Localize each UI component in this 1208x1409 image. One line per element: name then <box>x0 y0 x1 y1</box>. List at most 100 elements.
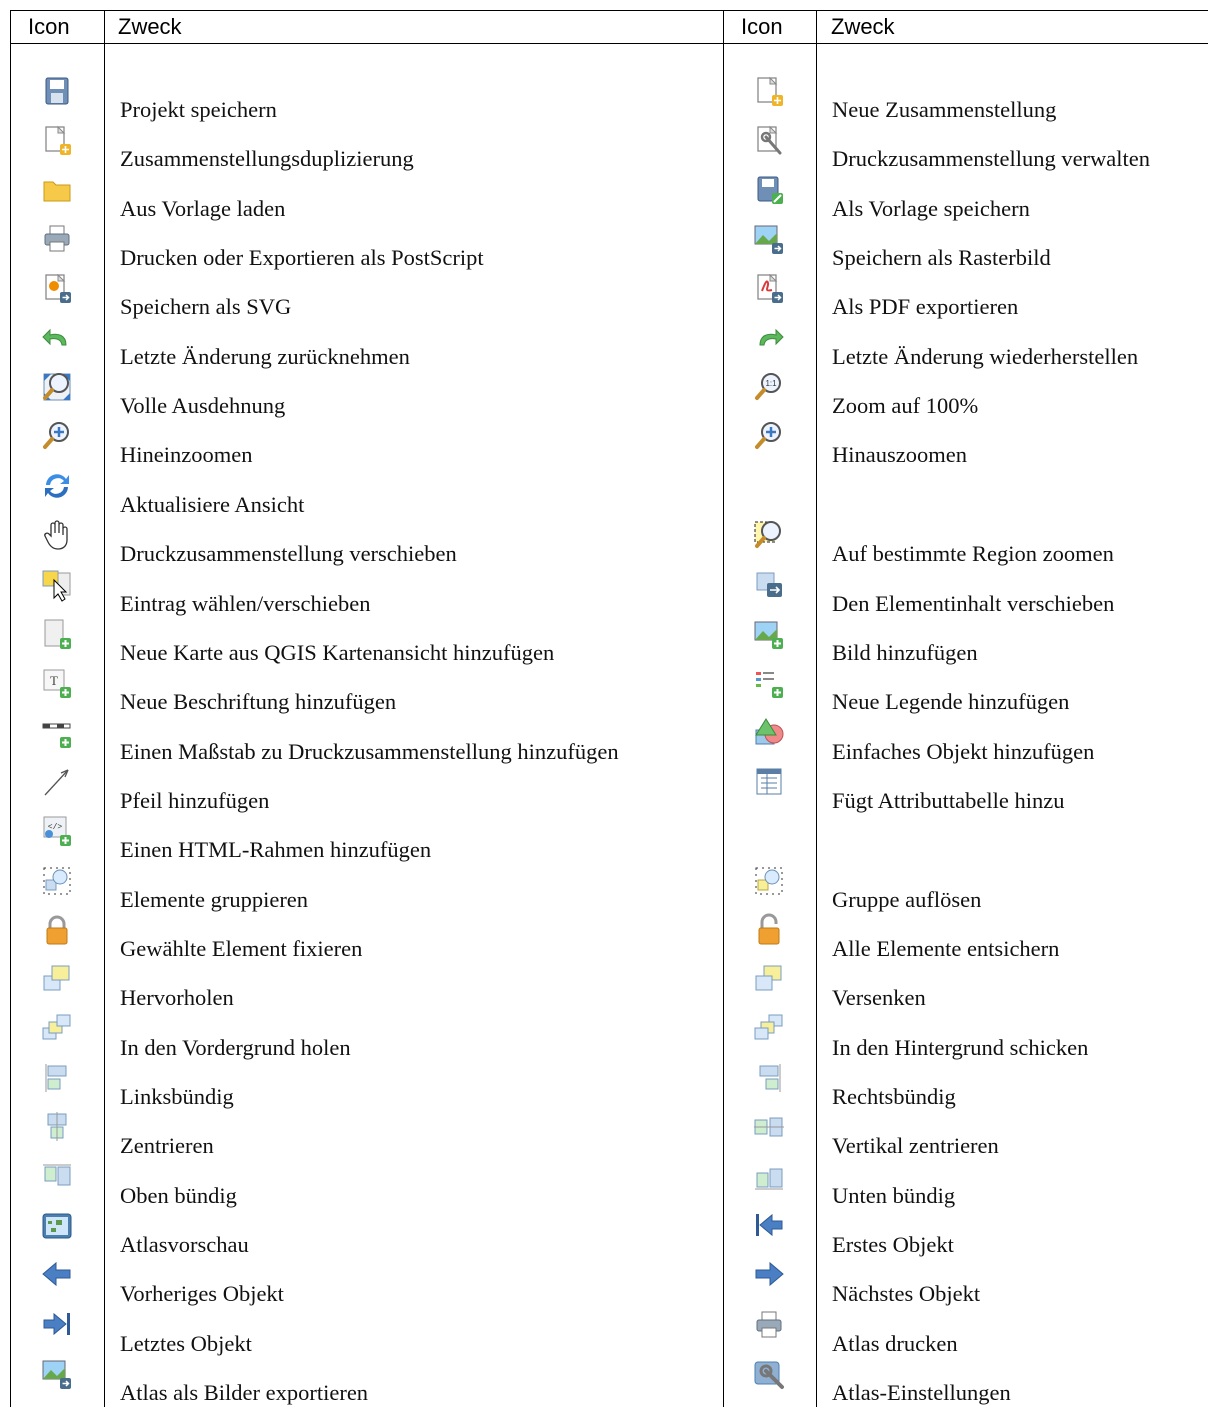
add-legend-icon <box>752 666 786 702</box>
left-purpose-cell: Neue Beschriftung hinzufügen <box>120 689 397 714</box>
arrow-right-icon <box>752 1258 786 1294</box>
right-purpose-cell: Alle Elemente entsichern <box>832 936 1060 961</box>
column-divider <box>104 10 105 1407</box>
align-vcenter-icon <box>752 1110 786 1146</box>
print-icon <box>40 222 74 258</box>
left-purpose-cell: Oben bündig <box>120 1183 237 1208</box>
left-purpose-cell: Hineinzoomen <box>120 442 253 467</box>
svg-text:T: T <box>50 673 58 688</box>
left-purpose-cell: Aus Vorlage laden <box>120 196 286 221</box>
zoom-in-icon <box>752 419 786 455</box>
add-arrow-icon <box>40 765 74 801</box>
send-back-icon <box>752 1012 786 1048</box>
lock-icon <box>40 913 74 949</box>
header-purpose-left: Zweck <box>118 14 182 39</box>
group-items-icon <box>40 864 74 900</box>
left-purpose-cell: Elemente gruppieren <box>120 887 309 912</box>
left-purpose-cell: Atlas als Bilder exportieren <box>120 1380 369 1405</box>
atlas-settings-icon <box>752 1357 786 1393</box>
pdf-export-icon <box>752 271 786 307</box>
export-image-icon <box>40 1357 74 1393</box>
column-divider <box>816 10 817 1407</box>
left-purpose-cell: Vorheriges Objekt <box>120 1281 284 1306</box>
unlock-icon <box>752 913 786 949</box>
right-purpose-cell: Auf bestimmte Region zoomen <box>832 541 1114 566</box>
zoom-in-icon <box>40 419 74 455</box>
lower-icon <box>752 962 786 998</box>
header-icon-left: Icon <box>28 14 70 39</box>
align-right-icon <box>752 1061 786 1097</box>
save-template-icon <box>752 173 786 209</box>
right-purpose-cell: Einfaches Objekt hinzufügen <box>832 739 1095 764</box>
add-shape-icon <box>752 716 786 752</box>
right-purpose-cell: Fügt Attributtabelle hinzu <box>832 788 1065 813</box>
left-purpose-cell: Hervorholen <box>120 985 234 1010</box>
right-purpose-cell: Neue Zusammenstellung <box>832 97 1057 122</box>
right-purpose-cell: Bild hinzufügen <box>832 640 978 665</box>
left-purpose-cell: Drucken oder Exportieren als PostScript <box>120 245 484 270</box>
left-purpose-cell: Projekt speichern <box>120 97 277 122</box>
bring-front-icon <box>40 1012 74 1048</box>
print-icon <box>752 1308 786 1344</box>
ungroup-icon <box>752 864 786 900</box>
left-purpose-cell: Eintrag wählen/verschieben <box>120 591 371 616</box>
table-left-border <box>10 10 11 1407</box>
atlas-preview-icon <box>40 1209 74 1245</box>
left-purpose-cell: Zentrieren <box>120 1133 214 1158</box>
add-label-icon: T <box>40 666 74 702</box>
new-composer-icon <box>752 74 786 110</box>
align-left-icon <box>40 1061 74 1097</box>
raise-icon <box>40 962 74 998</box>
zoom-full-icon <box>40 370 74 406</box>
add-image-icon <box>752 617 786 653</box>
refresh-icon <box>40 469 74 505</box>
align-center-icon <box>40 1110 74 1146</box>
right-purpose-cell: Rechtsbündig <box>832 1084 956 1109</box>
right-purpose-cell: In den Hintergrund schicken <box>832 1035 1089 1060</box>
right-purpose-cell: Gruppe auflösen <box>832 887 982 912</box>
svg-export-icon <box>40 271 74 307</box>
arrow-left-icon <box>40 1258 74 1294</box>
align-bottom-icon <box>752 1160 786 1196</box>
manage-composer-icon <box>752 123 786 159</box>
right-purpose-cell: Den Elementinhalt verschieben <box>832 591 1115 616</box>
move-content-icon <box>752 568 786 604</box>
duplicate-composer-icon <box>40 123 74 159</box>
right-purpose-cell: Vertikal zentrieren <box>832 1133 999 1158</box>
table-top-border <box>10 10 1208 11</box>
right-purpose-cell: Zoom auf 100% <box>832 393 979 418</box>
header-icon-right: Icon <box>741 14 783 39</box>
right-purpose-cell: Als PDF exportieren <box>832 294 1019 319</box>
left-purpose-cell: Einen Maßstab zu Druckzusammenstellung h… <box>120 739 619 764</box>
header-bottom-border <box>10 43 1208 44</box>
left-purpose-cell: Einen HTML-Rahmen hinzufügen <box>120 837 432 862</box>
add-map-icon <box>40 617 74 653</box>
add-html-icon: </> <box>40 814 74 850</box>
redo-icon <box>752 321 786 357</box>
right-purpose-cell: Hinauszoomen <box>832 442 967 467</box>
right-purpose-cell: Erstes Objekt <box>832 1232 954 1257</box>
right-purpose-cell: Letzte Änderung wiederherstellen <box>832 344 1139 369</box>
right-purpose-cell: Atlas drucken <box>832 1331 958 1356</box>
left-purpose-cell: Linksbündig <box>120 1084 234 1109</box>
left-purpose-cell: Neue Karte aus QGIS Kartenansicht hinzuf… <box>120 640 555 665</box>
right-purpose-cell: Als Vorlage speichern <box>832 196 1030 221</box>
undo-icon <box>40 321 74 357</box>
left-purpose-cell: Speichern als SVG <box>120 294 292 319</box>
svg-text:1:1: 1:1 <box>765 379 777 388</box>
column-divider <box>723 10 724 1407</box>
header-purpose-right: Zweck <box>831 14 895 39</box>
right-purpose-cell: Unten bündig <box>832 1183 956 1208</box>
left-purpose-cell: Volle Ausdehnung <box>120 393 286 418</box>
select-move-icon <box>40 568 74 604</box>
pan-hand-icon <box>40 518 74 554</box>
align-top-icon <box>40 1160 74 1196</box>
left-purpose-cell: Pfeil hinzufügen <box>120 788 270 813</box>
first-icon <box>752 1209 786 1245</box>
right-purpose-cell: Atlas-Einstellungen <box>832 1380 1011 1405</box>
left-purpose-cell: Gewählte Element fixieren <box>120 936 363 961</box>
right-purpose-cell: Versenken <box>832 985 926 1010</box>
export-image-icon <box>752 222 786 258</box>
add-table-icon <box>752 765 786 801</box>
save-icon <box>40 74 74 110</box>
